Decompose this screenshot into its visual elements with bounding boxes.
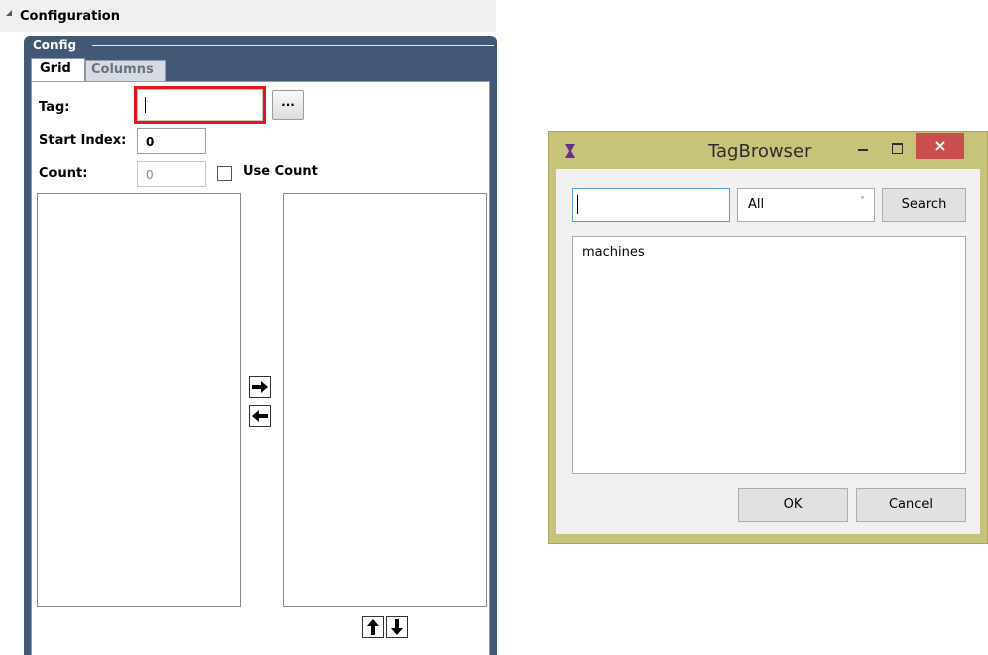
arrow-left-icon <box>252 410 268 422</box>
use-count-label[interactable]: Use Count <box>243 164 318 179</box>
start-index-input[interactable]: 0 <box>137 128 206 154</box>
hourglass-icon <box>565 144 575 158</box>
tag-input[interactable] <box>137 89 263 121</box>
count-label: Count: <box>39 166 88 181</box>
cancel-button[interactable]: Cancel <box>856 488 966 522</box>
minimize-button[interactable] <box>853 139 873 159</box>
selected-columns-list[interactable] <box>283 193 487 607</box>
collapse-triangle-icon[interactable] <box>6 10 12 16</box>
tab-columns[interactable]: Columns <box>85 60 166 81</box>
groupbox-legend: Config <box>33 38 77 52</box>
browse-tag-button[interactable]: ... <box>272 90 304 120</box>
move-up-button[interactable] <box>362 616 384 638</box>
arrow-up-icon <box>367 619 379 635</box>
arrow-right-icon <box>252 381 268 393</box>
start-index-label: Start Index: <box>39 133 127 148</box>
chevron-down-icon: ˅ <box>860 196 865 207</box>
arrow-down-icon <box>391 619 403 635</box>
text-caret <box>577 195 578 214</box>
ok-button[interactable]: OK <box>738 488 848 522</box>
legend-divider <box>92 45 494 46</box>
move-right-button[interactable] <box>249 376 271 398</box>
tag-results-list[interactable] <box>572 236 966 474</box>
maximize-button[interactable] <box>887 139 907 159</box>
tab-grid[interactable]: Grid <box>31 58 85 81</box>
dialog-title: TagBrowser <box>708 141 812 162</box>
use-count-checkbox[interactable] <box>217 166 232 181</box>
text-caret <box>145 97 146 113</box>
move-down-button[interactable] <box>386 616 408 638</box>
search-input[interactable] <box>572 188 730 222</box>
search-button[interactable]: Search <box>882 188 966 222</box>
move-left-button[interactable] <box>249 405 271 427</box>
filter-dropdown[interactable]: All <box>737 188 875 222</box>
tag-label: Tag: <box>39 100 70 115</box>
section-title: Configuration <box>20 9 120 24</box>
count-input[interactable]: 0 <box>137 161 206 187</box>
list-item[interactable]: machines <box>582 245 645 260</box>
close-button[interactable]: × <box>916 133 964 159</box>
available-columns-list[interactable] <box>37 193 241 607</box>
